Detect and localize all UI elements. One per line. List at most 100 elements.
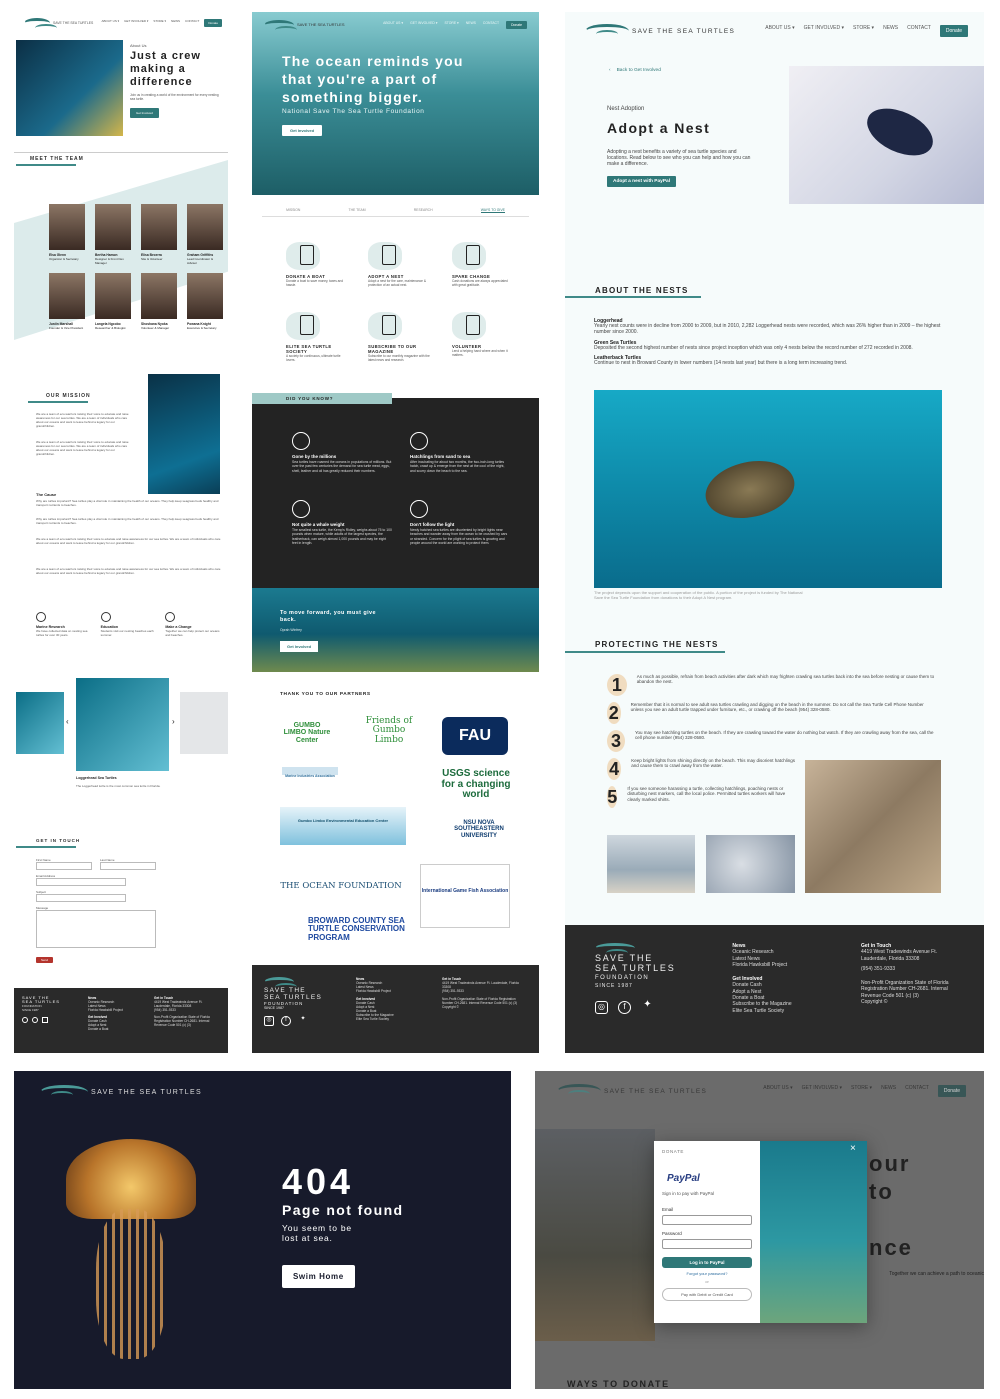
subject-input[interactable]: [36, 894, 126, 902]
cause-text-4: We are a team of eco-warriors raising th…: [36, 567, 221, 575]
way-card[interactable]: VOLUNTEER Lend a helping hand where and w…: [452, 312, 514, 357]
back-link[interactable]: ‹ Back to Get Involved: [609, 68, 661, 73]
nav-store[interactable]: STORE ▾: [851, 1085, 872, 1097]
first-name-input[interactable]: [36, 862, 92, 870]
about-intro: Join us in creating a world of the envir…: [130, 93, 219, 101]
nav-about[interactable]: ABOUT US ▾: [102, 19, 120, 27]
hero-get-involved-button[interactable]: Get Involved: [282, 125, 323, 136]
donate-button[interactable]: Donate: [939, 25, 968, 37]
twitter-icon[interactable]: [42, 1017, 48, 1023]
donate-button[interactable]: Donate: [937, 1085, 966, 1097]
avatar: [95, 204, 131, 250]
footer-link[interactable]: Florida Hawksbill Project: [88, 1008, 144, 1012]
slider-next-arrow-icon[interactable]: ›: [172, 717, 175, 726]
tab-the-team[interactable]: THE TEAM: [349, 208, 366, 213]
quote-get-involved-button[interactable]: Get Involved: [280, 641, 319, 652]
slider-caption: The Loggerhead turtle is the most common…: [76, 784, 161, 788]
paypal-email-input[interactable]: [662, 1215, 752, 1225]
fact-icon: [292, 432, 310, 450]
protect-step: 2 Remember that it is normal to see adult…: [607, 702, 937, 724]
instagram-icon[interactable]: [22, 1017, 28, 1023]
nav-involved[interactable]: GET INVOLVED ▾: [410, 21, 437, 29]
nav-involved[interactable]: GET INVOLVED ▾: [804, 25, 844, 37]
last-name-input[interactable]: [100, 862, 156, 870]
footer-link[interactable]: Florida Hawksbill Project: [732, 962, 821, 968]
footer-link[interactable]: Elite Sea Turtle Society: [356, 1017, 426, 1021]
cause-text-3: We are a team of eco-warriors raising th…: [36, 537, 221, 545]
swim-home-button[interactable]: Swim Home: [282, 1265, 355, 1288]
nav-contact[interactable]: CONTACT: [905, 1085, 929, 1097]
partner-fau[interactable]: FAU: [442, 717, 508, 755]
site-logo[interactable]: SAVE THE SEA TURTLES: [264, 20, 345, 30]
way-card[interactable]: ELITE SEA TURTLE SOCIETY A society for co…: [286, 312, 348, 362]
nav-news[interactable]: NEWS: [881, 1085, 896, 1097]
nav-involved[interactable]: GET INVOLVED ▾: [124, 19, 148, 27]
footer-link[interactable]: Donate a Boat: [88, 1027, 144, 1031]
way-card[interactable]: SUBSCRIBE TO OUR MAGAZINE Subscribe to ou…: [368, 312, 430, 362]
fact-card: Gone by the millions Sea turtles have roa…: [292, 432, 392, 473]
paypal-password-input[interactable]: [662, 1239, 752, 1249]
twitter-icon[interactable]: ✦: [641, 1000, 654, 1014]
nav-store[interactable]: STORE ▾: [153, 19, 166, 27]
tab-research[interactable]: RESEARCH: [414, 208, 433, 213]
footer-link[interactable]: Florida Hawksbill Project: [356, 989, 426, 993]
nest-item: Green Sea Turtles Deposited the second hi…: [594, 340, 946, 352]
site-logo[interactable]: SAVE THE SEA TURTLES: [557, 1084, 707, 1098]
send-button[interactable]: Send: [36, 957, 54, 963]
partner-broward[interactable]: BROWARD COUNTY SEA TURTLE CONSERVATION P…: [286, 916, 416, 942]
nav-contact[interactable]: CONTACT: [185, 19, 199, 27]
partner-marine-industries[interactable]: Marine Industries Association: [282, 767, 338, 779]
partner-usgs[interactable]: USGS science for a changing world: [440, 768, 512, 801]
modal-close-icon[interactable]: ×: [850, 1143, 856, 1154]
nav-about[interactable]: ABOUT US ▾: [383, 21, 403, 29]
site-logo[interactable]: SAVE THE SEA TURTLES: [40, 1085, 202, 1099]
instagram-icon[interactable]: ◎: [264, 1016, 274, 1026]
way-card[interactable]: DONATE A BOAT Donate a boat to save money…: [286, 242, 348, 287]
forgot-password-link[interactable]: Forgot your password?: [662, 1271, 752, 1276]
adopt-paypal-button[interactable]: Adopt a nest with PayPal: [607, 176, 677, 187]
twitter-icon[interactable]: ✦: [298, 1016, 308, 1026]
instagram-icon[interactable]: ◎: [595, 1001, 608, 1014]
message-textarea[interactable]: [36, 910, 156, 948]
nav-store[interactable]: STORE ▾: [444, 21, 458, 29]
partner-igfa[interactable]: International Game Fish Association: [420, 864, 510, 928]
donate-button[interactable]: Donate: [204, 19, 222, 27]
nav-contact[interactable]: CONTACT: [483, 21, 499, 29]
footer-link[interactable]: Elite Sea Turtle Society: [732, 1008, 821, 1014]
nav-news[interactable]: NEWS: [466, 21, 476, 29]
nav-store[interactable]: STORE ▾: [853, 25, 874, 37]
site-logo[interactable]: SAVE THE SEA TURTLES: [585, 24, 735, 38]
slider-prev-arrow-icon[interactable]: ‹: [66, 717, 69, 726]
step-text: As much as possible, refrain from beach …: [636, 674, 935, 685]
nav-news[interactable]: NEWS: [883, 25, 898, 37]
member-role: Founder & Vice President: [49, 326, 84, 330]
way-card[interactable]: ADOPT A NEST Adopt a nest for the care, m…: [368, 242, 430, 287]
partner-nsu[interactable]: NSU NOVA SOUTHEASTERN UNIVERSITY: [448, 820, 510, 839]
donate-button[interactable]: Donate: [506, 21, 527, 29]
pay-with-card-button[interactable]: Pay with Debit or Credit Card: [662, 1288, 752, 1301]
email-input[interactable]: [36, 878, 126, 886]
partner-gumbo-limbo[interactable]: GUMBO LIMBO Nature Center: [282, 722, 332, 744]
site-logo[interactable]: SAVE THE SEA TURTLES: [24, 18, 93, 28]
partner-gumbo-limbo-eec[interactable]: Gumbo Limbo Environmental Education Cent…: [280, 807, 406, 845]
tab-ways-to-give[interactable]: WAYS TO GIVE: [480, 208, 505, 213]
team-member: Powana Knight Executive & Secretary: [187, 273, 223, 330]
did-you-know-section: [252, 398, 539, 588]
facebook-icon[interactable]: f: [618, 1001, 631, 1014]
paypal-login-button[interactable]: Log in to PayPal: [662, 1257, 752, 1268]
team-member: Bertha Hamon Designer & Front Dev Manager: [95, 204, 131, 265]
member-role: Researcher & Biologist: [95, 326, 126, 330]
partner-ocean-foundation[interactable]: THE OCEAN FOUNDATION: [280, 882, 402, 891]
nav-about[interactable]: ABOUT US ▾: [763, 1085, 792, 1097]
about-get-involved-button[interactable]: Get Involved: [130, 108, 159, 118]
nav-involved[interactable]: GET INVOLVED ▾: [802, 1085, 842, 1097]
tab-mission[interactable]: MISSION: [286, 208, 300, 213]
way-card[interactable]: SPARE CHANGE Cash donations are always ap…: [452, 242, 514, 287]
bg-heading-fragment-3: nce: [869, 1235, 913, 1260]
nav-about[interactable]: ABOUT US ▾: [765, 25, 794, 37]
nav-contact[interactable]: CONTACT: [907, 25, 931, 37]
partner-friends-gumbo[interactable]: Friends of Gumbo Limbo: [360, 716, 418, 745]
facebook-icon[interactable]: [32, 1017, 38, 1023]
nav-news[interactable]: NEWS: [171, 19, 180, 27]
facebook-icon[interactable]: f: [281, 1016, 291, 1026]
